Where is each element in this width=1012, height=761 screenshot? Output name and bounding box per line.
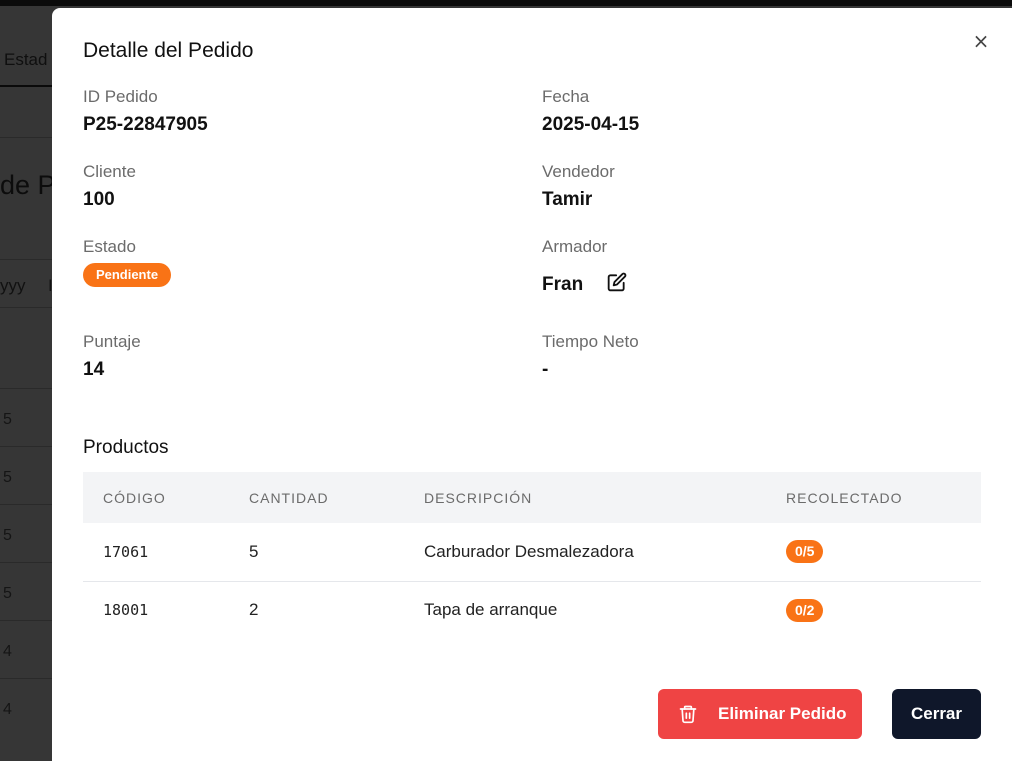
column-header-quantity: CANTIDAD xyxy=(249,489,329,506)
collected-badge: 0/5 xyxy=(786,540,824,564)
background-row-value: 5 xyxy=(3,585,12,602)
order-id-label: ID Pedido xyxy=(83,87,158,106)
background-divider xyxy=(0,504,60,505)
client-label: Cliente xyxy=(83,162,136,181)
collected-cell: 0/2 xyxy=(766,581,981,639)
background-row-value: 5 xyxy=(3,527,12,544)
score-value: 14 xyxy=(83,359,105,380)
background-heading: de P xyxy=(0,170,56,200)
table-row: 18001 2 Tapa de arranque 0/2 xyxy=(83,581,981,639)
seller-label: Vendedor xyxy=(542,162,615,181)
background-divider xyxy=(0,307,60,308)
status-label: Estado xyxy=(83,237,136,256)
date-value: 2025-04-15 xyxy=(542,114,640,135)
background-tab-underline xyxy=(0,85,52,87)
background-filter-text: yyy xyxy=(0,276,26,295)
background-divider xyxy=(0,446,60,447)
background-divider xyxy=(0,678,60,679)
trash-icon xyxy=(678,703,698,725)
products-title: Productos xyxy=(83,437,169,458)
product-description: Tapa de arranque xyxy=(424,600,558,620)
column-header-description: DESCRIPCIÓN xyxy=(424,489,533,506)
close-button[interactable]: Cerrar xyxy=(892,689,981,739)
background-divider xyxy=(0,137,60,138)
seller-value: Tamir xyxy=(542,189,593,210)
delete-order-label: Eliminar Pedido xyxy=(718,704,847,723)
client-value: 100 xyxy=(83,189,115,210)
background-topbar xyxy=(0,0,1012,6)
background-row-value: 4 xyxy=(3,643,12,660)
background-divider xyxy=(0,620,60,621)
background-divider xyxy=(0,562,60,563)
close-icon[interactable]: × xyxy=(970,30,992,52)
table-header-row: CÓDIGO CANTIDAD DESCRIPCIÓN RECOLECTADO xyxy=(83,472,981,523)
background-row-value: 4 xyxy=(3,701,12,718)
product-description: Carburador Desmalezadora xyxy=(424,541,634,561)
order-id-value: P25-22847905 xyxy=(83,114,208,135)
background-row-value: 5 xyxy=(3,469,12,486)
net-time-label: Tiempo Neto xyxy=(542,332,639,351)
product-code: 17061 xyxy=(103,542,149,561)
edit-icon[interactable] xyxy=(607,272,627,292)
product-code: 18001 xyxy=(103,601,149,620)
product-quantity: 5 xyxy=(249,541,259,561)
column-header-collected: RECOLECTADO xyxy=(786,489,903,506)
date-label: Fecha xyxy=(542,87,590,106)
score-label: Puntaje xyxy=(83,332,141,351)
background-row-value: 5 xyxy=(3,411,12,428)
modal-title: Detalle del Pedido xyxy=(83,39,254,62)
background-divider xyxy=(0,259,60,260)
collected-cell: 0/5 xyxy=(766,523,981,581)
collected-badge: 0/2 xyxy=(786,598,824,622)
column-header-code: CÓDIGO xyxy=(103,489,166,506)
table-row: 17061 5 Carburador Desmalezadora 0/5 xyxy=(83,523,981,581)
assembler-value: Fran xyxy=(542,274,584,295)
order-detail-modal: × Detalle del Pedido ID Pedido P25-22847… xyxy=(52,8,1012,761)
delete-order-button[interactable]: Eliminar Pedido xyxy=(658,689,862,739)
background-divider xyxy=(0,388,60,389)
status-badge: Pendiente xyxy=(83,263,171,287)
product-quantity: 2 xyxy=(249,600,259,620)
background-tab: Estad xyxy=(4,50,48,69)
net-time-value: - xyxy=(542,359,549,380)
products-table: CÓDIGO CANTIDAD DESCRIPCIÓN RECOLECTADO … xyxy=(83,472,981,639)
assembler-label: Armador xyxy=(542,237,608,256)
